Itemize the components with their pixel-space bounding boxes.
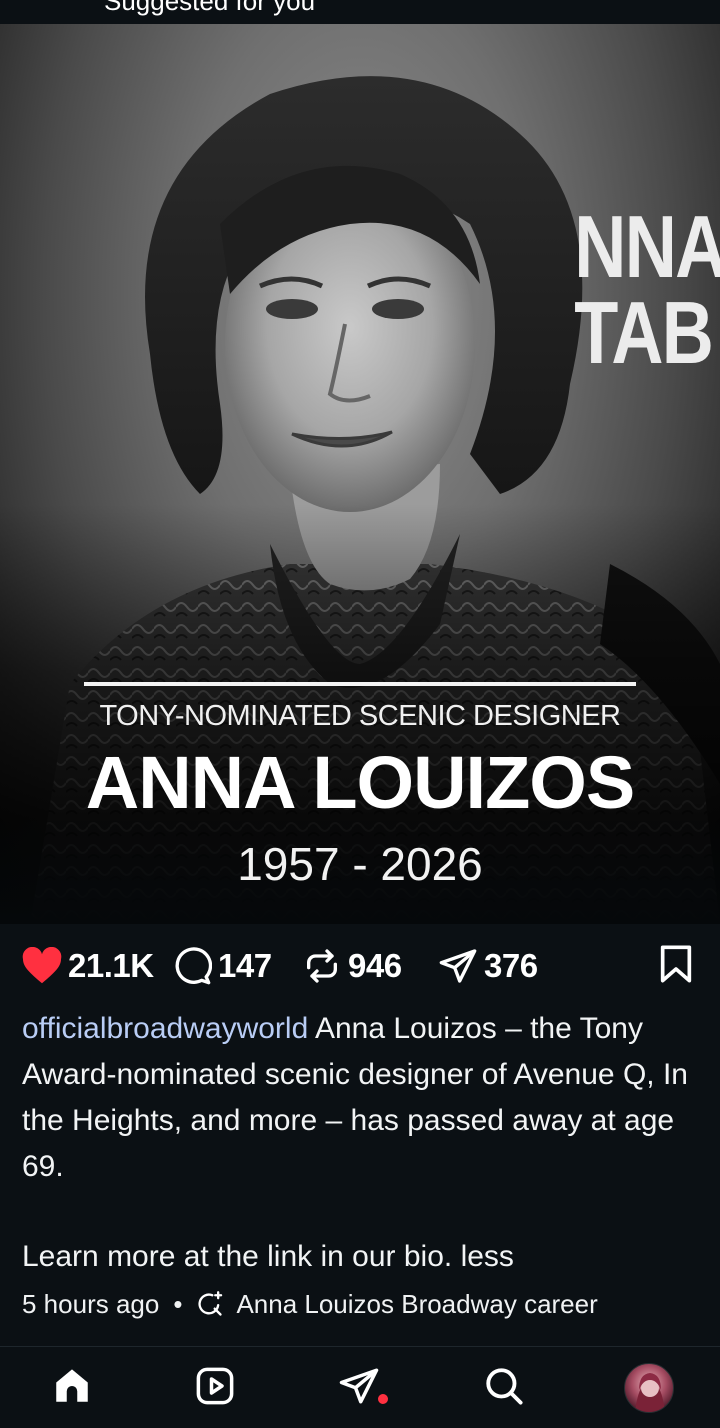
repost-count: 946 (348, 947, 402, 984)
reels-icon (194, 1365, 236, 1412)
like-button[interactable]: 21.1K (20, 944, 154, 988)
caption-username[interactable]: officialbroadwayworld (22, 1012, 308, 1045)
heart-icon (20, 944, 64, 988)
suggested-label: Suggested for you (104, 0, 316, 16)
search-suggestion-link[interactable]: Anna Louizos Broadway career (236, 1289, 597, 1320)
comment-button[interactable]: 147 (170, 944, 272, 988)
avatar-image (635, 1373, 665, 1412)
repost-icon (300, 944, 344, 988)
repost-button[interactable]: 946 (300, 944, 402, 988)
backdrop-letters: NNA TAB (574, 197, 720, 382)
home-icon (51, 1365, 93, 1412)
nav-home-button[interactable] (49, 1365, 95, 1411)
send-icon (436, 944, 480, 988)
post-meta: 5 hours ago • Anna Louizos Broadway care… (22, 1284, 702, 1324)
direct-notification-dot (378, 1394, 388, 1404)
nav-profile-avatar[interactable] (624, 1363, 674, 1413)
post-caption: officialbroadwayworld Anna Louizos – the… (22, 1006, 702, 1280)
share-button[interactable]: 376 (436, 944, 538, 988)
caption-second-paragraph: Learn more at the link in our bio. (22, 1240, 461, 1273)
backdrop-sign-text: NNA TAB (575, 203, 720, 377)
overlay-divider (84, 682, 636, 686)
save-button[interactable] (656, 944, 696, 988)
overlay-years: 1957 - 2026 (237, 838, 483, 890)
nav-search-button[interactable] (481, 1365, 527, 1411)
post-actions-bar: 21.1K 147 946 376 (0, 940, 720, 992)
bookmark-icon (659, 944, 693, 989)
nav-direct-button[interactable] (336, 1365, 382, 1411)
image-caption-overlay: TONY-NOMINATED SCENIC DESIGNER ANNA LOUI… (0, 682, 720, 891)
search-icon (483, 1365, 525, 1412)
post-image[interactable]: NNA TAB TONY-NOMINATED SCENIC DESIGNER A… (0, 24, 720, 924)
bottom-navigation (0, 1346, 720, 1428)
comment-icon (170, 944, 214, 988)
overlay-subtitle: TONY-NOMINATED SCENIC DESIGNER (99, 700, 621, 732)
post-time: 5 hours ago (22, 1288, 160, 1319)
less-link[interactable]: less (461, 1240, 514, 1273)
overlay-name: ANNA LOUIZOS (85, 741, 635, 824)
comment-count: 147 (218, 947, 272, 984)
suggested-header: Suggested for you (0, 0, 720, 24)
meta-separator: • (173, 1288, 183, 1319)
share-count: 376 (484, 947, 538, 984)
like-count: 21.1K (68, 947, 154, 984)
search-sparkle-icon (196, 1289, 226, 1319)
nav-reels-button[interactable] (192, 1365, 238, 1411)
direct-icon (338, 1365, 380, 1412)
